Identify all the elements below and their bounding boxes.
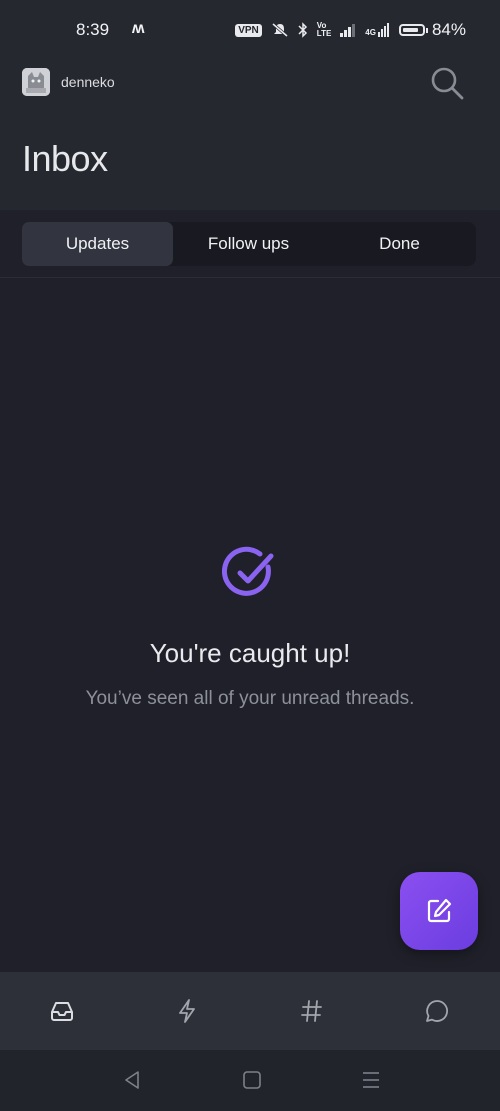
nav-channels[interactable] — [297, 996, 327, 1026]
username[interactable]: denneko — [61, 74, 115, 90]
compose-button[interactable] — [400, 872, 478, 950]
check-circle-icon — [222, 546, 274, 596]
nav-activity[interactable] — [172, 996, 202, 1026]
carrier-logo-icon: ʍ — [132, 20, 145, 37]
search-icon — [431, 67, 464, 100]
compose-icon — [427, 898, 452, 923]
page-title: Inbox — [22, 138, 108, 179]
inbox-tabs: Updates Follow ups Done — [22, 222, 476, 266]
hash-icon — [301, 1000, 322, 1022]
empty-state-subtitle: You’ve seen all of your unread threads. — [85, 688, 415, 709]
signal-icon — [340, 24, 356, 37]
lightning-icon — [179, 999, 195, 1023]
nav-messages[interactable] — [422, 996, 452, 1026]
bottom-nav — [0, 972, 500, 1050]
back-icon[interactable] — [120, 1068, 144, 1092]
search-button[interactable] — [428, 64, 466, 102]
signal-icon-2 — [377, 23, 389, 37]
mute-bell-icon — [271, 22, 288, 38]
chat-bubble-icon — [426, 1000, 448, 1022]
menu-icon[interactable] — [359, 1068, 383, 1092]
system-nav-bar — [0, 1050, 500, 1111]
home-icon[interactable] — [240, 1068, 264, 1092]
battery-icon — [398, 24, 425, 36]
tab-follow-ups[interactable]: Follow ups — [173, 222, 324, 266]
bluetooth-icon — [298, 22, 307, 38]
tab-updates[interactable]: Updates — [22, 222, 173, 266]
avatar[interactable] — [22, 68, 50, 96]
battery: 84% — [398, 20, 466, 40]
nav-inbox[interactable] — [47, 996, 77, 1026]
network-indicator: 4G — [365, 23, 390, 37]
inbox-icon — [51, 1002, 73, 1021]
vpn-badge: VPN — [235, 23, 262, 37]
status-bar: 8:39 ʍ VPN Vo LTE 4G 84% — [0, 0, 500, 64]
status-icons: VPN Vo LTE 4G 84% — [235, 20, 466, 40]
volte-indicator: Vo LTE — [316, 21, 332, 38]
empty-state-title: You're caught up! — [149, 638, 351, 668]
tab-done[interactable]: Done — [324, 222, 475, 266]
status-time: 8:39 — [76, 20, 110, 39]
battery-percent: 84% — [431, 20, 466, 39]
divider — [0, 277, 500, 278]
